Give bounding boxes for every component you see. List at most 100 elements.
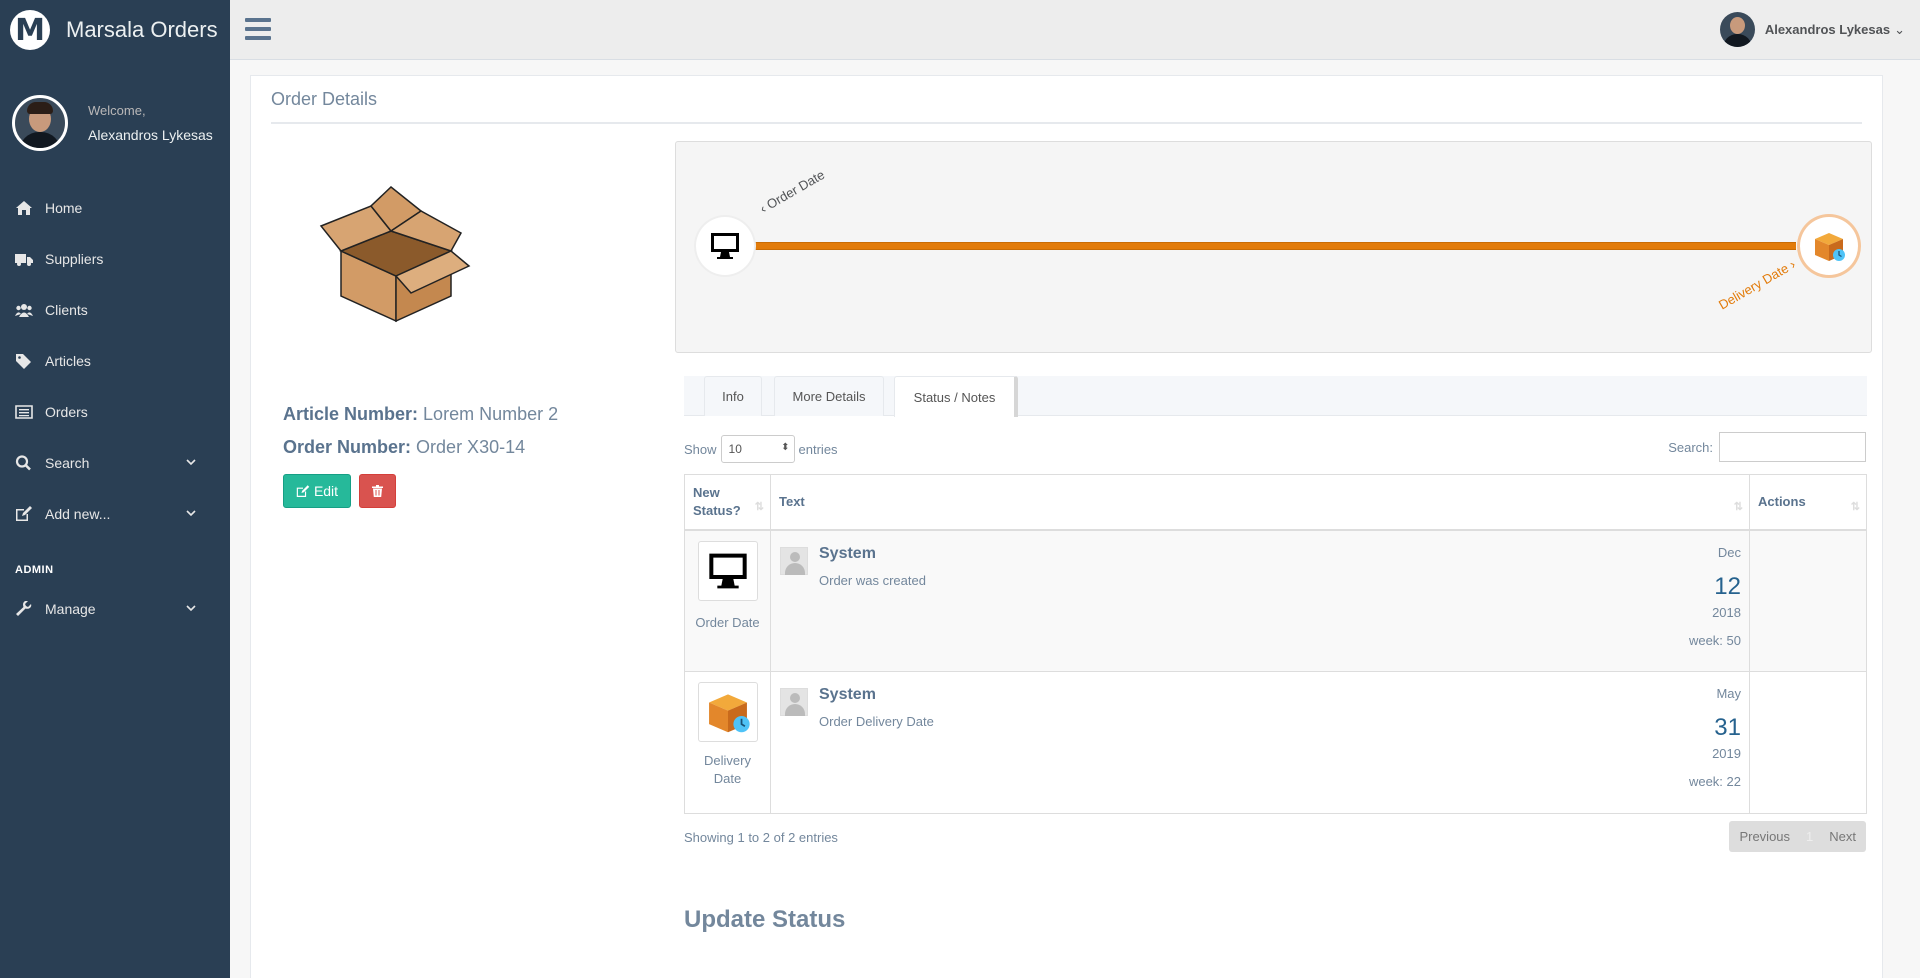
show-label: Show [684,441,717,457]
message-date: May 31 2019 week: 22 [1689,686,1741,789]
timeline-start-node[interactable] [696,217,754,275]
sidebar-item-label: Add new... [45,505,111,522]
sidebar-item-label: Manage [45,600,96,617]
tag-icon [16,353,31,369]
timeline-bar [746,242,1796,250]
timeline-start-label: ‹ Order Date [757,166,828,217]
sort-icon: ⇅ [754,501,764,513]
article-number-label: Article Number: [283,404,419,424]
users-icon [15,303,33,317]
message-author: System [819,686,876,703]
delivery-box-icon [697,682,758,742]
sidebar-item-label: Articles [45,352,91,369]
order-timeline: ‹ Order Date Delivery Date › [675,141,1872,353]
tab-status-notes[interactable]: Status / Notes [894,376,1018,417]
list-icon [15,404,33,419]
tab-info[interactable]: Info [704,376,762,416]
table-info: Showing 1 to 2 of 2 entries [684,830,838,845]
edit-icon [296,484,310,497]
admin-section-header: ADMIN [15,564,54,576]
box-icon [319,186,471,323]
desktop-icon [711,233,739,259]
delete-button[interactable] [359,474,396,508]
message-date: Dec 12 2018 week: 50 [1689,545,1741,648]
entries-label: entries [798,441,838,457]
previous-page-button[interactable]: Previous [1729,821,1800,852]
status-cell: Order Date [684,529,771,672]
edit-icon [16,505,32,521]
order-number-value: Order X30-14 [416,437,526,457]
page-size-select[interactable]: 10 [720,435,795,463]
trash-icon [372,485,383,497]
search-input[interactable] [1719,432,1866,462]
sidebar-item-manage[interactable]: Manage [0,583,230,634]
sidebar-item-label: Suppliers [45,250,104,267]
sidebar-item-label: Clients [45,301,88,318]
column-header-actions[interactable]: Actions ⇅ [1749,474,1867,531]
next-page-button[interactable]: Next [1819,821,1866,852]
chevron-down-icon [186,510,196,517]
page-size-control: Show 10 entries [684,435,838,463]
chevron-down-icon: ⌄ [1894,21,1905,37]
sidebar-item-label: Search [45,454,90,471]
delivery-box-icon [1815,233,1845,261]
menu-toggle-icon[interactable] [245,18,271,40]
sidebar-item-add-new[interactable]: Add new... [0,488,230,539]
date-year: 2019 [1712,746,1741,761]
table-header-row: New Status? ⇅ Text ⇅ Actions ⇅ [684,474,1867,531]
search-icon [15,454,31,470]
app-title: Marsala Orders [66,17,218,42]
date-month: May [1716,686,1741,701]
admin-nav: Manage [0,583,230,634]
date-year: 2018 [1712,604,1741,620]
avatar [12,94,68,151]
date-day: 12 [1714,572,1741,600]
top-navbar: Alexandros Lykesas ⌄ [230,0,1920,60]
sidebar-item-search[interactable]: Search [0,437,230,488]
sidebar-item-label: Orders [45,403,88,420]
date-week: week: 22 [1688,774,1741,789]
date-week: week: 50 [1688,632,1741,648]
sidebar-item-orders[interactable]: Orders [0,386,230,437]
sidebar-nav: Home Suppliers Clients Articles Orders S… [0,182,230,539]
sidebar-profile: Welcome, Alexandros Lykesas [0,60,230,170]
avatar [1719,12,1755,47]
panel-header: Order Details [271,76,1862,124]
page-button-current[interactable]: 1 [1800,821,1819,852]
sidebar-item-articles[interactable]: Articles [0,335,230,386]
user-avatar-icon [780,546,808,575]
table-search: Search: [1668,432,1866,462]
brand-logo: M [10,10,50,50]
tab-more-details[interactable]: More Details [774,376,884,416]
status-table: New Status? ⇅ Text ⇅ Actions ⇅ Order Date S… [684,474,1867,814]
sidebar-item-home[interactable]: Home [0,182,230,233]
status-cell: Delivery Date [684,671,771,814]
home-icon [16,200,32,215]
user-name: Alexandros Lykesas [1764,22,1891,37]
column-header-text[interactable]: Text ⇅ [770,474,1750,531]
sidebar: M Marsala Orders Welcome, Alexandros Lyk… [0,0,230,978]
status-label: Order Date [695,614,760,630]
desktop-icon [697,540,758,601]
actions-cell [1749,529,1867,672]
user-dropdown[interactable]: Alexandros Lykesas ⌄ [1719,12,1905,47]
column-header-new-status[interactable]: New Status? ⇅ [684,474,771,531]
chevron-down-icon [186,605,196,612]
user-avatar-icon [780,688,808,716]
detail-tabs: Info More Details Status / Notes [684,376,1867,417]
edit-button[interactable]: Edit [283,474,351,508]
brand[interactable]: M Marsala Orders [0,0,230,60]
sort-icon: ⇅ [1850,501,1860,513]
message-text: Order Delivery Date [819,714,934,729]
truck-icon [15,253,33,266]
article-info: Article Number: Lorem Number 2 Order Num… [283,404,558,470]
order-details-panel: Order Details Article Number: Lorem Numb… [250,75,1883,978]
table-row: Order Date System Order was created Dec … [684,529,1867,672]
profile-name: Alexandros Lykesas [88,126,213,143]
sidebar-item-clients[interactable]: Clients [0,284,230,335]
message-author: System [819,544,876,562]
sidebar-item-suppliers[interactable]: Suppliers [0,233,230,284]
timeline-end-node[interactable] [1800,217,1858,275]
search-label: Search: [1668,439,1713,455]
update-status-title: Update Status [684,906,846,933]
